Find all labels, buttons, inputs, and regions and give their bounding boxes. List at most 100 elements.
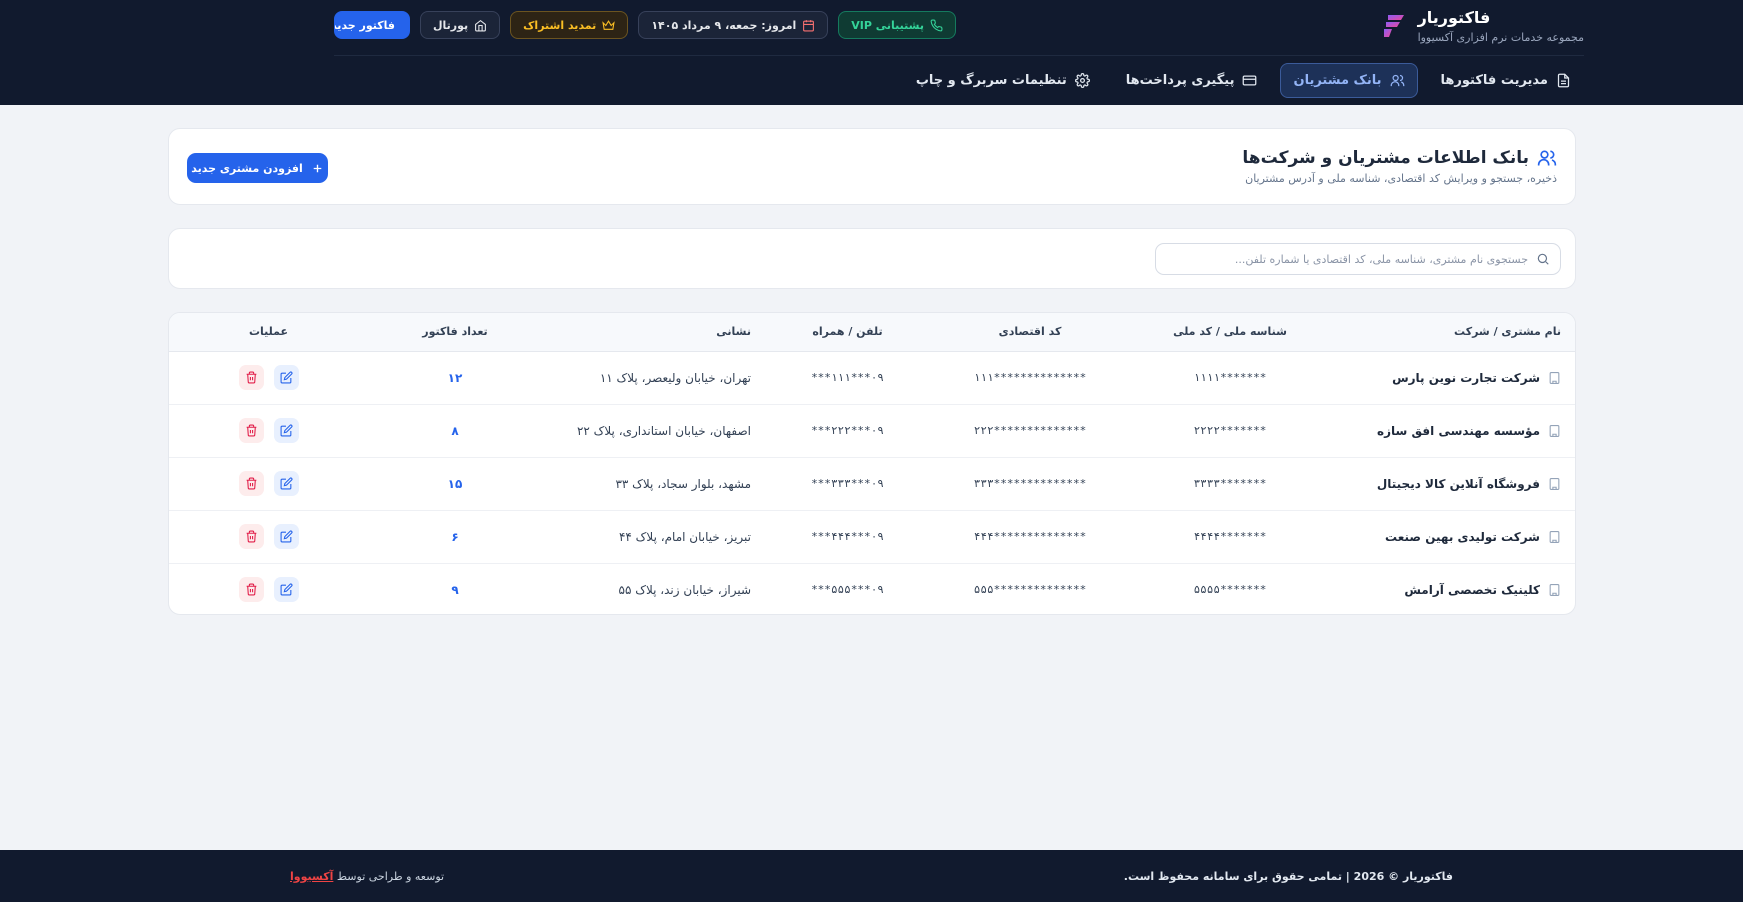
cell-actions [169,404,370,458]
cell-address: اصفهان، خیابان استانداری، پلاک ۲۲ [540,404,765,458]
delete-button[interactable] [238,577,264,603]
footer-credit-link[interactable]: آکسیووا [290,870,333,883]
table-row[interactable]: مؤسسه مهندسی افق سازه *******۲۲۲۲ ******… [169,404,1575,458]
col-header-economic-code[interactable]: کد اقتصادی [930,313,1130,352]
edit-icon [280,583,293,596]
building-icon [1549,477,1560,490]
new-invoice-label: فاکتور جدید [334,18,395,32]
brand-subtitle: مجموعه خدمات نرم افزاری آکسیووا [1417,31,1584,44]
building-icon [1549,424,1560,437]
cell-address: شیراز، خیابان زند، پلاک ۵۵ [618,582,752,597]
cell-actions [169,563,370,614]
delete-button[interactable] [238,418,264,443]
edit-button[interactable] [273,418,299,443]
trash-icon [246,371,256,384]
building-icon [1549,583,1560,596]
col-header-address[interactable]: نشانی [540,313,765,352]
customer-name-text: شرکت تولیدی بهین صنعت [1385,529,1540,544]
cell-actions [169,457,370,511]
edit-button[interactable] [273,365,299,390]
footer: فاکتوریار © 2026 | تمامی حقوق برای سامان… [0,850,1743,902]
table-row[interactable]: شرکت تولیدی بهین صنعت *******۴۴۴۴ ******… [169,510,1575,564]
cell-invoice-count: ۸ [370,404,540,458]
cell-actions [169,510,370,564]
cell-name: فروشگاه آنلاین کالا دیجیتال [1330,457,1575,511]
add-customer-button[interactable]: افزودن مشتری جدید [187,153,328,183]
cell-national-id: *******۳۳۳۳ [1130,457,1330,511]
renew-subscription-button[interactable]: تمدید اشتراک [510,11,629,39]
customer-name: کلینیک تخصصی آرامش [1344,583,1561,597]
delete-button[interactable] [238,471,264,496]
cell-address: مشهد، بلوار سجاد، پلاک ۳۳ [540,457,765,511]
vip-support-button[interactable]: پشتیبانی VIP [838,11,956,39]
cell-phone: ۰۹***۲۲۲*** [765,404,930,458]
footer-copyright: فاکتوریار © 2026 | تمامی حقوق برای سامان… [1123,870,1453,883]
users-icon [1537,150,1557,166]
date-badge: امروز: جمعه، ۹ مرداد ۱۴۰۵ [638,11,829,39]
cell-phone: ۰۹***۴۴۴*** [765,510,930,564]
edit-icon [280,530,293,543]
table-row[interactable]: کلینیک تخصصی آرامش *******۵۵۵۵ *********… [169,563,1575,614]
trash-icon [246,424,256,437]
gear-icon [1074,73,1090,88]
brand[interactable]: فاکتوریار مجموعه خدمات نرم افزاری آکسیوو… [1382,6,1584,46]
new-invoice-button[interactable]: فاکتور جدید [334,11,410,39]
col-header-name[interactable]: نام مشتری / شرکت [1330,313,1575,352]
edit-icon [280,371,293,384]
edit-button[interactable] [273,577,299,603]
customer-name-text: شرکت تجارت نوین پارس [1392,370,1540,385]
nav-payments-label: پیگیری پرداخت‌ها [1125,73,1235,88]
row-actions [181,577,356,603]
footer-credit-prefix: توسعه و طراحی توسط [336,870,445,883]
date-label: امروز: جمعه، ۹ مرداد ۱۴۰۵ [651,18,797,32]
search-input[interactable] [1166,252,1528,266]
cell-national-id: *******۵۵۵۵ [1193,583,1267,597]
col-header-national-id[interactable]: شناسه ملی / کد ملی [1130,313,1330,352]
delete-button[interactable] [238,365,264,390]
cell-name: کلینیک تخصصی آرامش [1330,563,1575,614]
cell-economic-code: **************۴۴۴ [930,510,1130,564]
col-header-actions: عملیات [169,313,370,352]
edit-button[interactable] [273,524,299,549]
table-row[interactable]: شرکت تجارت نوین پارس *******۱۱۱۱ *******… [169,351,1575,405]
cell-economic-code: **************۳۳۳ [930,457,1130,511]
nav-print-settings[interactable]: تنظیمات سربرگ و چاپ [903,63,1103,98]
cell-invoice-count: ۱۵ [370,457,540,511]
delete-button[interactable] [238,524,264,549]
trash-icon [246,477,256,490]
edit-button[interactable] [273,471,299,496]
cell-economic-code: **************۲۲۲ [930,404,1130,458]
nav-invoices-label: مدیریت فاکتورها [1440,73,1549,88]
search-card [168,228,1576,289]
col-header-invoice-count[interactable]: تعداد فاکتور [370,313,540,352]
top-navbar: فاکتوریار مجموعه خدمات نرم افزاری آکسیوو… [0,0,1743,105]
edit-icon [280,477,293,490]
cell-actions [169,351,370,405]
nav-print-settings-label: تنظیمات سربرگ و چاپ [915,73,1067,88]
cell-invoice-count: ۹ [451,582,459,597]
customer-name-text: فروشگاه آنلاین کالا دیجیتال [1376,476,1540,491]
building-icon [1549,530,1560,543]
customers-table: نام مشتری / شرکت شناسه ملی / کد ملی کد ا… [169,313,1575,614]
table-row[interactable]: فروشگاه آنلاین کالا دیجیتال *******۳۳۳۳ … [169,457,1575,511]
cell-invoice-count: ۶ [370,510,540,564]
main-nav: مدیریت فاکتورها بانک مشتریان پیگیری پردا… [903,63,1584,98]
page-subtitle: ذخیره، جستجو و ویرایش کد اقتصادی، شناسه … [1245,172,1557,185]
customer-name-text: کلینیک تخصصی آرامش [1404,582,1540,597]
footer-credit: توسعه و طراحی توسط آکسیووا [290,870,444,883]
calendar-icon [803,19,815,31]
row-actions [181,471,356,496]
nav-invoices[interactable]: مدیریت فاکتورها [1428,63,1585,98]
customer-name: شرکت تجارت نوین پارس [1344,371,1561,385]
nav-payments[interactable]: پیگیری پرداخت‌ها [1113,63,1271,98]
header-actions: پشتیبانی VIP امروز: جمعه، ۹ مرداد ۱۴۰۵ ت… [334,11,956,39]
col-header-phone[interactable]: تلفن / همراه [765,313,930,352]
cell-economic-code: **************۱۱۱ [930,351,1130,405]
cell-economic-code: **************۵۵۵ [973,583,1087,597]
cell-phone: ۰۹***۳۳۳*** [765,457,930,511]
vip-support-label: پشتیبانی VIP [851,18,924,32]
nav-customers[interactable]: بانک مشتریان [1280,63,1418,98]
row-actions [181,365,356,390]
cell-phone: ۰۹***۱۱۱*** [765,351,930,405]
portal-button[interactable]: پورتال [420,11,501,39]
